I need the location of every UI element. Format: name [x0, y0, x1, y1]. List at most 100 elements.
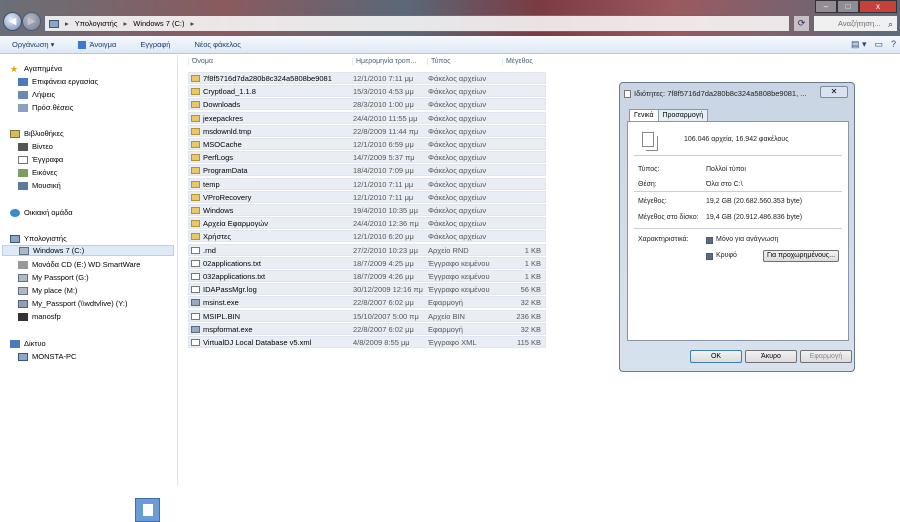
- cancel-button[interactable]: Άκυρο: [745, 350, 797, 363]
- video-icon: [18, 142, 28, 151]
- drive-icon: [18, 273, 28, 282]
- file-name: IDAPassMgr.log: [203, 285, 257, 295]
- file-date: 12/1/2010 7:11 μμ: [353, 179, 414, 189]
- ok-button[interactable]: OK: [690, 350, 742, 363]
- nav-favorites[interactable]: ★ Αγαπημένα: [10, 63, 62, 74]
- file-row[interactable]: VProRecovery 12/1/2010 7:11 μμ Φάκελος αρχ…: [188, 190, 546, 203]
- forward-button[interactable]: ▶: [22, 12, 41, 31]
- computer-icon: [10, 234, 20, 243]
- readonly-checkbox[interactable]: [706, 237, 713, 244]
- new-folder-button[interactable]: Νέος φάκελος: [182, 40, 252, 49]
- nav-network[interactable]: Δίκτυο: [10, 338, 46, 349]
- file-row[interactable]: mspformat.exe 22/8/2007 6:02 μμ Εφαρμογή 32…: [188, 322, 546, 335]
- nav-homegroup[interactable]: Οικιακή ομάδα: [10, 207, 73, 218]
- folder-icon: [191, 154, 200, 162]
- file-type: Φάκελος αρχείων: [428, 206, 487, 215]
- file-row[interactable]: 032applications.txt 18/7/2009 4:26 μμ Έγγρ…: [188, 270, 546, 282]
- folder-icon: [191, 220, 200, 228]
- file-row[interactable]: jexepackres 24/4/2010 11:55 μμ Φάκελος αρχ…: [188, 111, 546, 124]
- organize-button[interactable]: Οργάνωση ▾: [0, 40, 66, 49]
- location-label: Θέση:: [638, 181, 657, 188]
- folder-icon: [191, 141, 200, 148]
- dialog-close-button[interactable]: ✕: [820, 86, 848, 98]
- file-size: 115 KB: [516, 338, 541, 347]
- help-icon[interactable]: ?: [891, 39, 896, 50]
- file-size: 32 KB: [520, 298, 541, 308]
- nav-item-music[interactable]: Μουσική: [18, 180, 61, 191]
- preview-pane-icon[interactable]: ▭: [874, 39, 883, 50]
- back-button[interactable]: ◀: [3, 12, 22, 31]
- folder-icon: [191, 127, 200, 135]
- nav-item-desktop[interactable]: Επιφάνεια εργασίας: [18, 76, 98, 87]
- folder-icon: [191, 193, 200, 201]
- folder-icon: [191, 75, 200, 82]
- breadcrumb-drive[interactable]: Windows 7 (C:): [133, 19, 184, 28]
- nav-item-cd-drive[interactable]: Μονάδα CD (E:) WD SmartWare: [18, 259, 140, 270]
- view-options-icon[interactable]: ▤ ▾: [851, 39, 867, 50]
- file-row[interactable]: 02applications.txt 18/7/2009 4:25 μμ Έγγρα…: [188, 256, 546, 269]
- column-size[interactable]: Μέγεθος: [502, 58, 546, 65]
- file-row[interactable]: ProgramData 18/4/2010 7:09 μμ Φάκελος αρχε…: [188, 164, 546, 177]
- network-drive-icon: [18, 299, 28, 308]
- column-name[interactable]: Όνομα: [188, 58, 352, 65]
- file-row[interactable]: MSOCache 12/1/2010 6:59 μμ Φάκελος αρχείων: [188, 138, 546, 150]
- refresh-button[interactable]: ⟳: [793, 15, 810, 32]
- size-on-disk-label: Μέγεθος στο δίσκο:: [638, 214, 699, 221]
- file-row[interactable]: 7f8f5716d7da280b8c324a5808be9081 12/1/201…: [188, 72, 546, 84]
- nav-item-downloads[interactable]: Λήψεις: [18, 89, 55, 100]
- file-type: Φάκελος αρχείων: [428, 100, 487, 110]
- file-row[interactable]: IDAPassMgr.log 30/12/2009 12:16 πμ Έγγραφο…: [188, 283, 546, 296]
- column-headers: Όνομα Ημερομηνία τροπ... Τύπος Μέγεθος: [184, 58, 900, 70]
- drag-download-icon[interactable]: [135, 498, 160, 522]
- file-row[interactable]: VirtualDJ Local Database v5.xml 4/8/2009 …: [188, 336, 546, 348]
- file-size: 56 KB: [520, 285, 541, 295]
- column-date[interactable]: Ημερομηνία τροπ...: [352, 58, 427, 65]
- breadcrumb-computer[interactable]: Υπολογιστής: [75, 19, 118, 28]
- nav-item-passport-g[interactable]: My Passport (G:): [18, 272, 89, 283]
- file-row[interactable]: PerfLogs 14/7/2009 5:37 πμ Φάκελος αρχείων: [188, 151, 546, 164]
- hidden-label: Κρυφό: [716, 252, 737, 259]
- hidden-checkbox[interactable]: [706, 253, 713, 260]
- burn-button[interactable]: Εγγραφή: [128, 40, 182, 49]
- file-row[interactable]: msinst.exe 22/8/2007 6:02 μμ Εφαρμογή 32 KB: [188, 296, 546, 309]
- maximize-button[interactable]: □: [837, 0, 859, 13]
- network-icon: [10, 339, 20, 348]
- file-row[interactable]: Αρχεία Εφαρμογών 24/4/2010 12:36 πμ Φάκελο…: [188, 217, 546, 230]
- minimize-button[interactable]: –: [815, 0, 837, 13]
- file-row[interactable]: Cryptload_1.1.8 15/3/2010 4:53 μμ Φάκελος …: [188, 85, 546, 98]
- nav-computer[interactable]: Υπολογιστής: [10, 233, 67, 244]
- advanced-button[interactable]: Για προχωρημένους...: [763, 250, 839, 262]
- file-row[interactable]: Windows 19/4/2010 10:35 μμ Φάκελος αρχείων: [188, 204, 546, 216]
- file-row[interactable]: .rnd 27/2/2010 10:23 μμ Αρχείο RND 1 KB: [188, 243, 546, 256]
- nav-item-myplace-m[interactable]: My place (M:): [18, 285, 77, 296]
- file-name: VProRecovery: [203, 192, 252, 202]
- file-row[interactable]: temp 12/1/2010 7:11 μμ Φάκελος αρχείων: [188, 177, 546, 190]
- search-input[interactable]: Αναζήτηση... ⌕: [813, 15, 898, 32]
- file-row[interactable]: msdownld.tmp 22/8/2009 11:44 πμ Φάκελος αρ…: [188, 124, 546, 137]
- open-button[interactable]: Άνοιγμα: [66, 40, 128, 49]
- nav-item-pictures[interactable]: Εικόνες: [18, 167, 57, 178]
- file-date: 14/7/2009 5:37 πμ: [353, 153, 415, 163]
- apply-button[interactable]: Εφαρμογή: [800, 350, 852, 363]
- nav-item-drive-c[interactable]: Windows 7 (C:): [2, 245, 174, 256]
- column-type[interactable]: Τύπος: [427, 58, 502, 65]
- address-bar[interactable]: ▸ Υπολογιστής ▸ Windows 7 (C:) ▸: [44, 15, 790, 32]
- music-icon: [18, 181, 28, 190]
- file-row[interactable]: Χρήστες 12/1/2010 6:20 μμ Φάκελος αρχείων: [188, 230, 546, 243]
- application-icon: [191, 299, 200, 307]
- nav-item-monsta-pc[interactable]: MONSTA-PC: [18, 351, 76, 362]
- file-row[interactable]: Downloads 28/3/2010 1:00 μμ Φάκελος αρχείω…: [188, 98, 546, 111]
- close-button[interactable]: x: [859, 0, 897, 13]
- nav-item-videos[interactable]: Βίντεο: [18, 141, 53, 152]
- nav-item-recent[interactable]: Πρόσ.θέσεις: [18, 102, 73, 113]
- location-value: Όλα στο C:\: [706, 181, 743, 188]
- nav-item-manosfp[interactable]: manosfp: [18, 311, 61, 322]
- file-row[interactable]: MSIPL.BIN 15/10/2007 5:00 πμ Αρχείο BIN 236…: [188, 309, 546, 322]
- nav-libraries[interactable]: Βιβλιοθήκες: [10, 128, 64, 139]
- nav-item-network-drive-y[interactable]: My_Passport (\\wdtvlive) (Y:): [18, 298, 127, 309]
- tab-customize[interactable]: Προσαρμογή: [657, 109, 709, 121]
- file-name: MSIPL.BIN: [203, 311, 241, 321]
- nav-item-documents[interactable]: Έγγραφα: [18, 154, 63, 165]
- properties-dialog: Ιδιότητες: 7f8f5716d7da280b8c324a5808be9…: [619, 82, 855, 372]
- file-type: Έγγραφο XML: [428, 338, 477, 347]
